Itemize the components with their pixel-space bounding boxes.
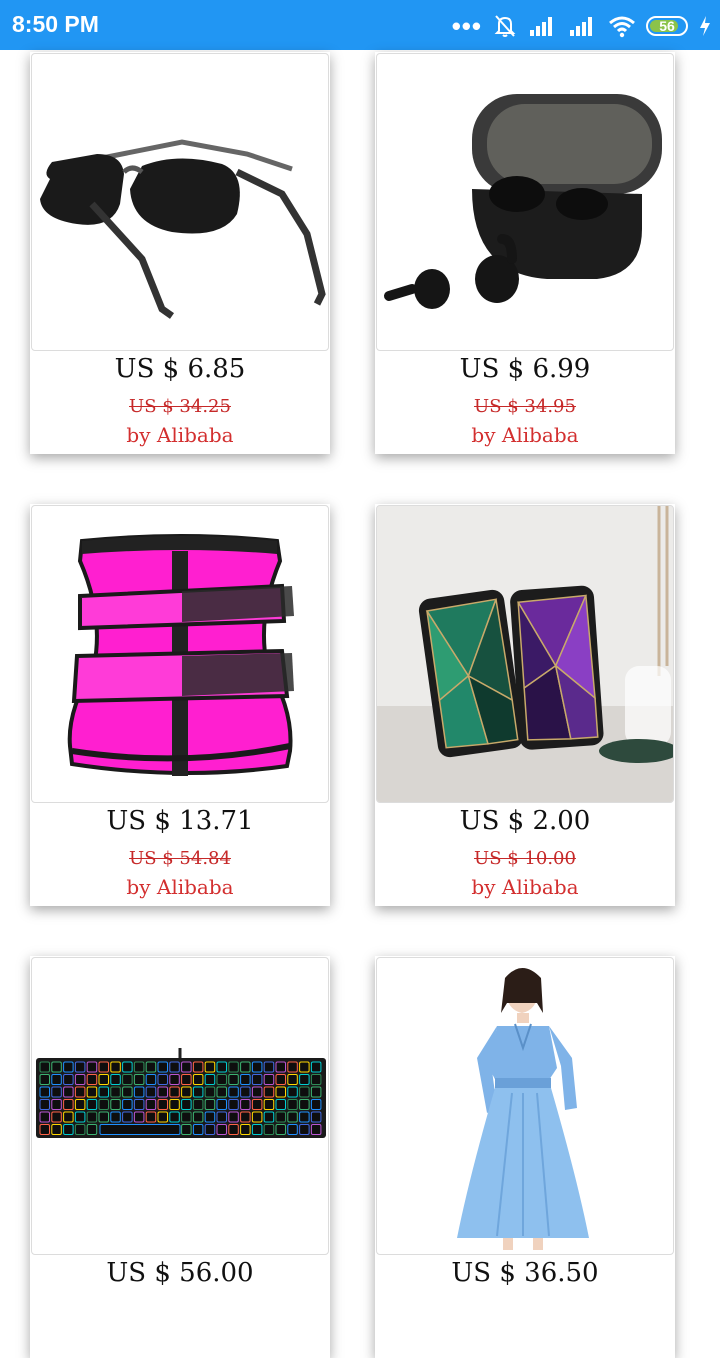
product-image[interactable] — [376, 53, 674, 351]
mute-icon — [494, 15, 516, 37]
waist-trainer-icon — [67, 534, 294, 776]
signal-icon — [530, 17, 552, 36]
original-price: US $ 10.00 — [474, 848, 576, 869]
signal-icon-2 — [570, 17, 592, 36]
product-price: US $ 2.00 — [459, 806, 591, 836]
product-price: US $ 6.99 — [459, 354, 591, 384]
product-price: US $ 36.50 — [451, 1258, 599, 1288]
original-price: US $ 54.84 — [129, 848, 231, 869]
product-card[interactable]: US $ 13.71 US $ 54.84 by Alibaba — [30, 504, 330, 906]
product-card[interactable]: US $ 6.85 US $ 34.25 by Alibaba — [30, 52, 330, 454]
product-card[interactable]: US $ 2.00 US $ 10.00 by Alibaba — [375, 504, 675, 906]
product-image[interactable] — [376, 957, 674, 1255]
phone-cases-icon — [377, 506, 673, 802]
dress-icon — [457, 968, 589, 1250]
battery-icon: 56 — [646, 16, 688, 36]
keyboard-icon — [36, 1048, 326, 1138]
product-image[interactable] — [31, 505, 329, 803]
original-price: US $ 34.25 — [129, 396, 231, 417]
charging-icon — [700, 16, 710, 36]
seller-label: by Alibaba — [471, 875, 579, 899]
battery-level: 56 — [659, 18, 675, 34]
seller-label: by Alibaba — [126, 875, 234, 899]
status-icons: ••• 56 — [452, 12, 712, 40]
more-notifications-icon: ••• — [451, 11, 482, 41]
status-time: 8:50 PM — [12, 11, 99, 37]
status-bar: 8:50 PM ••• 56 — [0, 0, 720, 50]
product-card[interactable]: US $ 36.50 — [375, 956, 675, 1358]
product-price: US $ 56.00 — [106, 1258, 254, 1288]
earbuds-icon — [384, 94, 662, 309]
product-price: US $ 13.71 — [106, 806, 254, 836]
seller-label: by Alibaba — [471, 423, 579, 447]
product-card[interactable]: US $ 56.00 — [30, 956, 330, 1358]
product-image[interactable] — [31, 53, 329, 351]
product-price: US $ 6.85 — [114, 354, 246, 384]
seller-label: by Alibaba — [126, 423, 234, 447]
original-price: US $ 34.95 — [474, 396, 576, 417]
wifi-icon — [609, 16, 635, 38]
product-image[interactable] — [31, 957, 329, 1255]
product-card[interactable]: US $ 6.99 US $ 34.95 by Alibaba — [375, 52, 675, 454]
sunglasses-icon — [40, 139, 326, 319]
product-image[interactable] — [376, 505, 674, 803]
